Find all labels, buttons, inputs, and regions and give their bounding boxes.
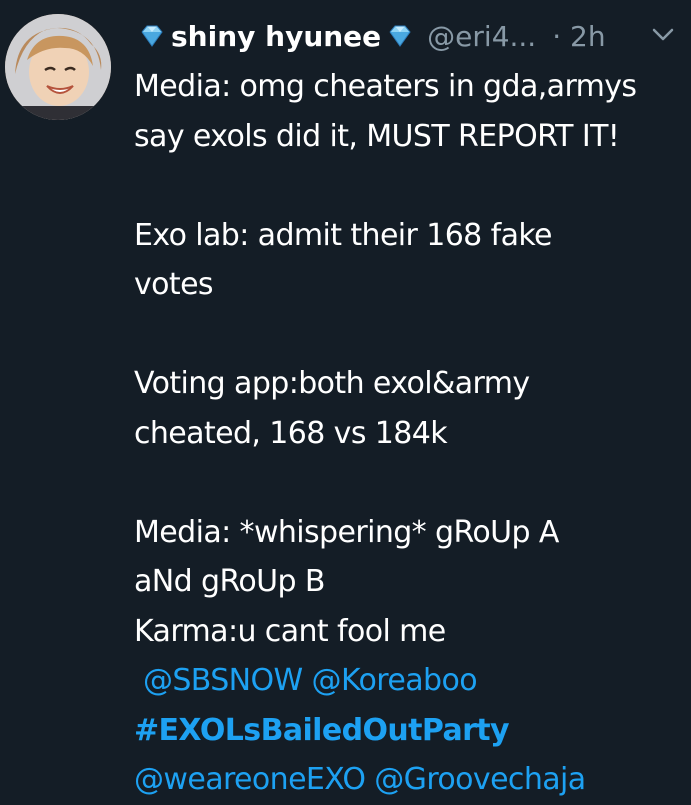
mention-link[interactable]: @Koreaboo: [312, 663, 478, 698]
tweet-line: Media: *whispering* gRoUp A: [134, 514, 559, 550]
avatar[interactable]: [5, 14, 111, 120]
mentions-line: @weareoneEXO @Groovechaja: [134, 755, 682, 805]
tweet-line: Media: omg cheaters in gda,armys: [134, 69, 637, 104]
hashtag-link[interactable]: #EXOLsBailedOutParty: [134, 713, 510, 748]
tweet-line: cheated, 168 vs 184k: [134, 415, 448, 451]
mentions-line: @SBSNOW @Koreaboo: [134, 656, 682, 706]
tweet-line: Karma:u cant fool me: [134, 613, 446, 649]
diamond-emoji-icon: [141, 25, 163, 47]
tweet-header: shiny hyunee @eri4... · 2h: [137, 14, 682, 58]
mention-link[interactable]: @SBSNOW: [143, 663, 303, 698]
tweet-line: votes: [134, 267, 214, 302]
mention-link[interactable]: @weareoneEXO: [134, 762, 366, 797]
tweet-line: aNd gRoUp B: [134, 564, 325, 599]
tweet-line: Exo lab: admit their 168 fake: [134, 217, 553, 253]
timestamp[interactable]: · 2h: [552, 20, 605, 53]
mention-link[interactable]: @Groovechaja: [374, 762, 586, 797]
diamond-emoji-icon: [389, 25, 411, 47]
user-handle[interactable]: @eri4...: [427, 20, 536, 53]
tweet[interactable]: shiny hyunee @eri4... · 2h Media: omg ch…: [0, 0, 691, 797]
display-name[interactable]: shiny hyunee: [171, 20, 381, 53]
separator-dot: ·: [552, 19, 562, 53]
time-label: 2h: [570, 19, 606, 53]
hashtag-line: #EXOLsBailedOutParty: [134, 706, 682, 756]
tweet-line: Voting app:both exol&army: [134, 366, 530, 401]
tweet-line: say exols did it, MUST REPORT IT!: [134, 118, 620, 154]
tweet-text: Media: omg cheaters in gda,armys say exo…: [134, 62, 682, 805]
avatar-image: [5, 14, 111, 120]
chevron-down-icon[interactable]: [650, 24, 676, 44]
